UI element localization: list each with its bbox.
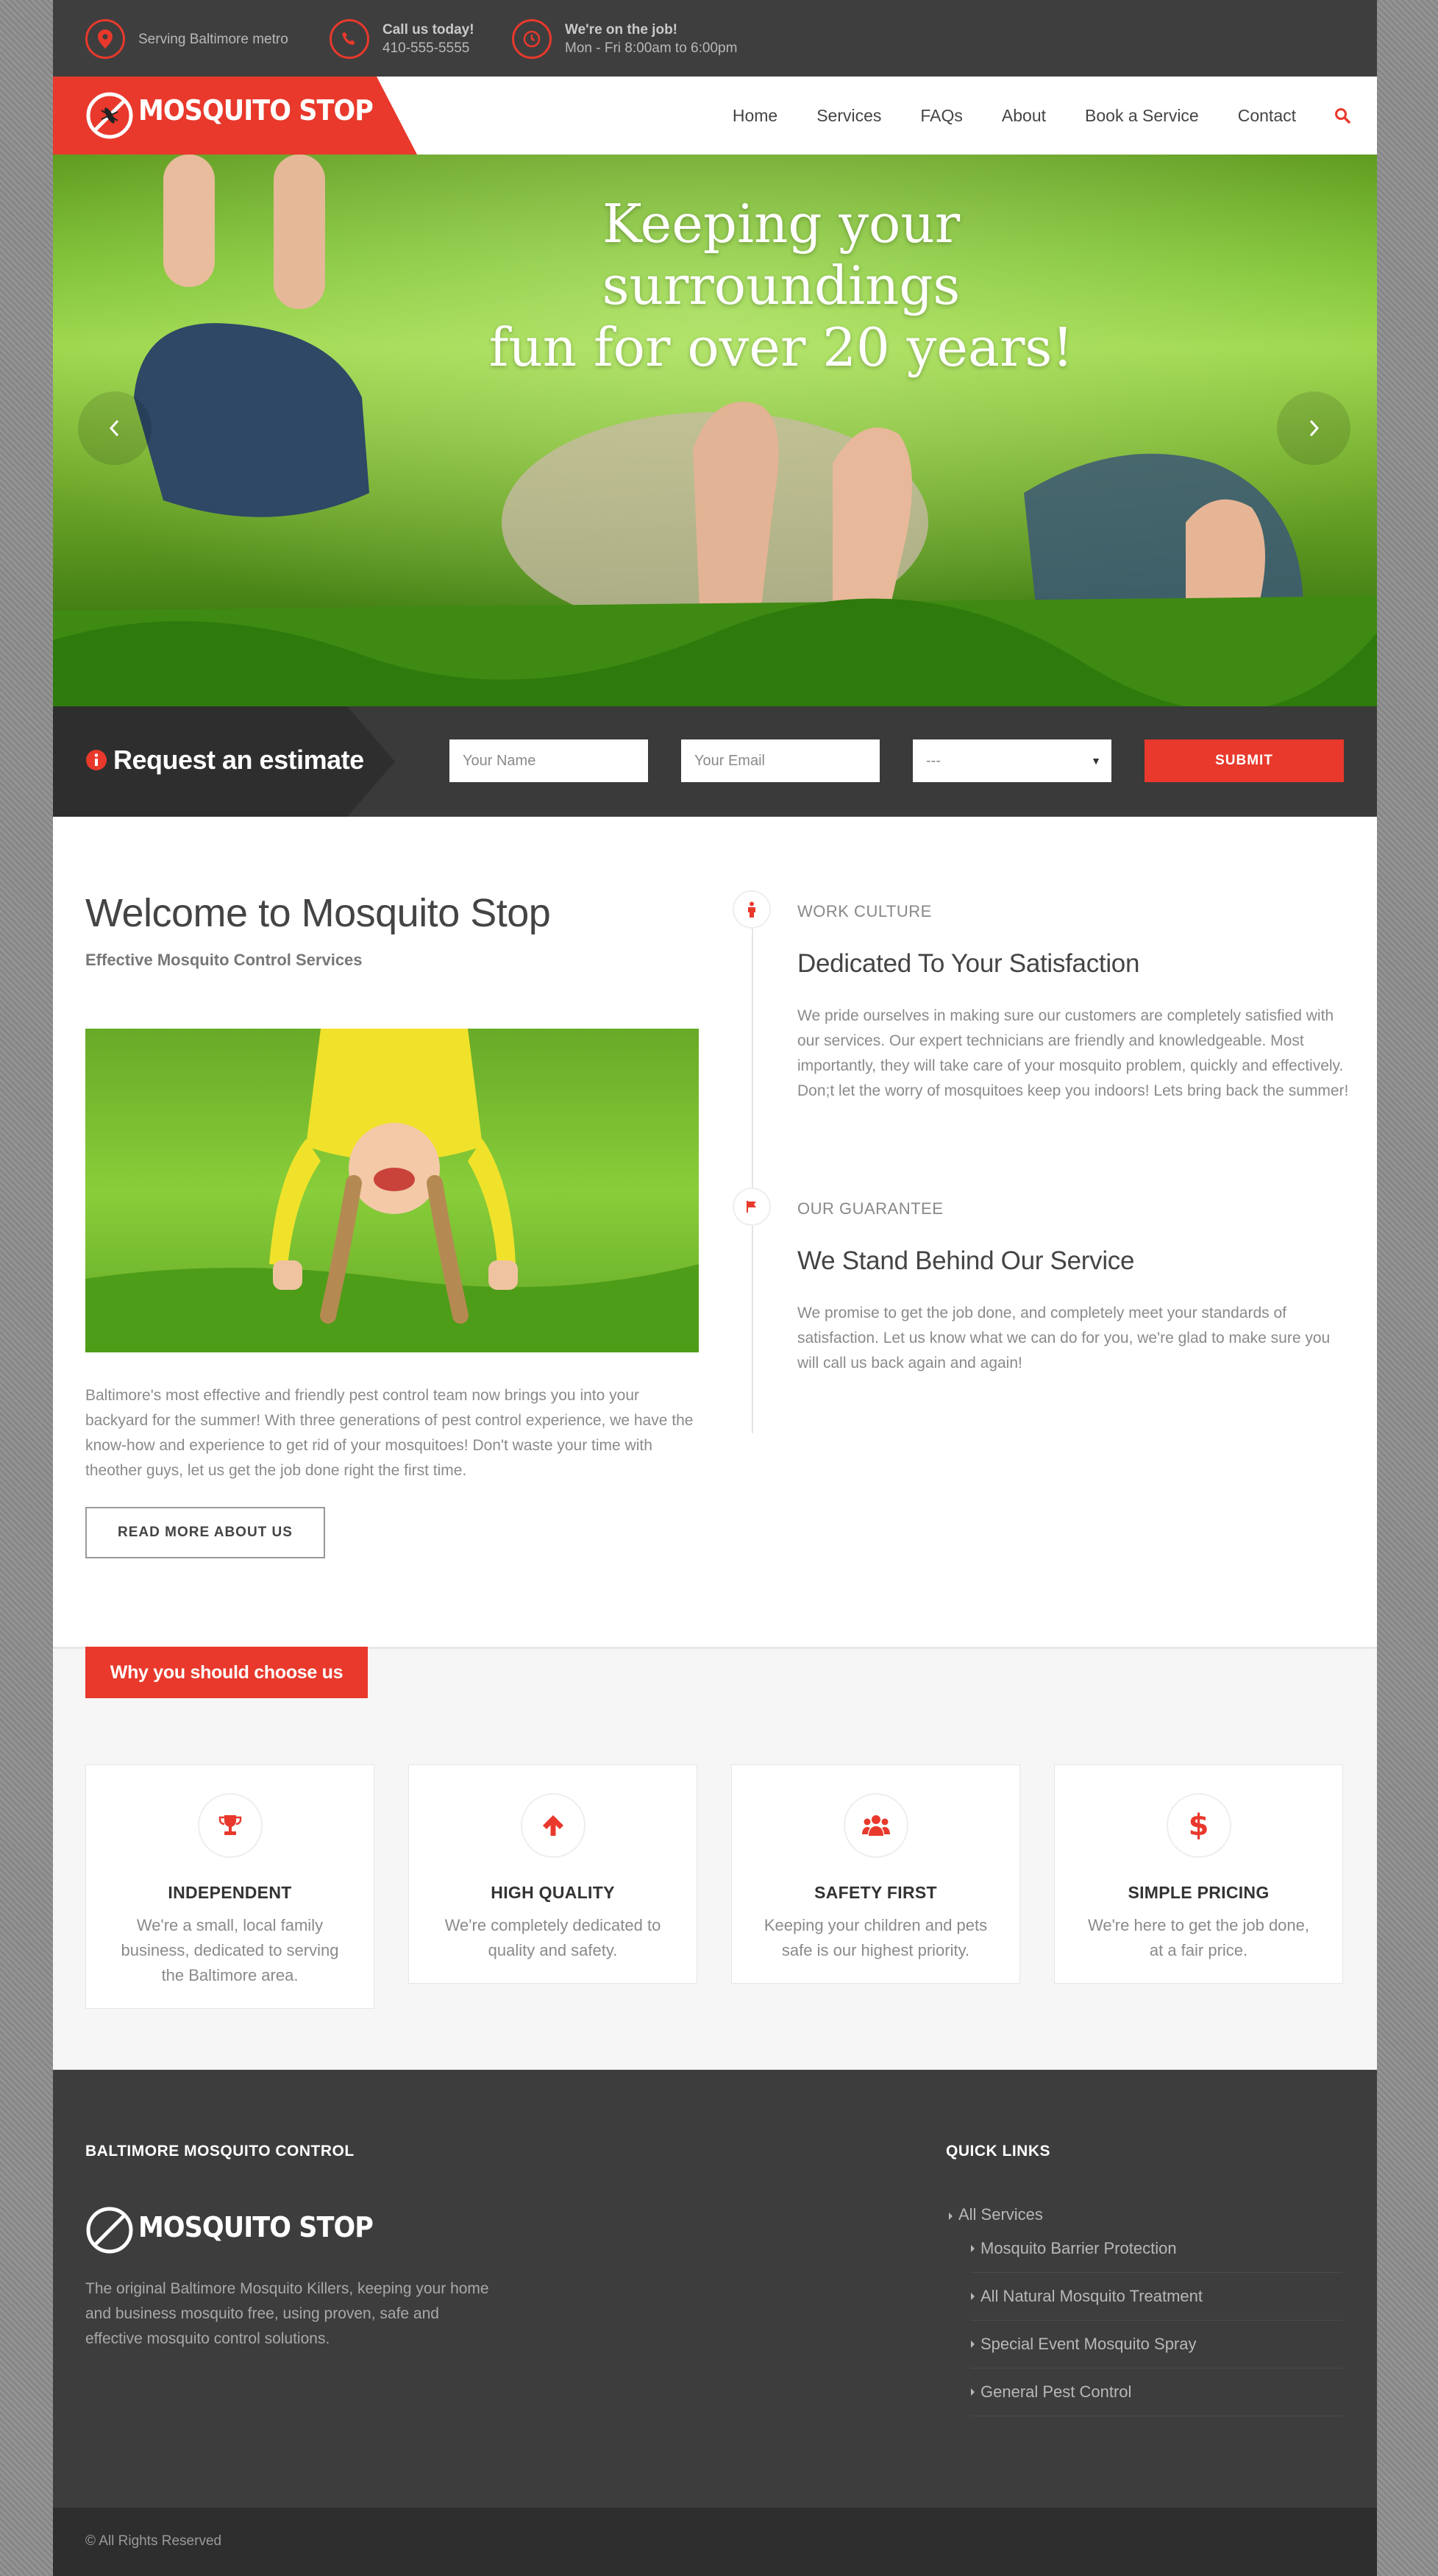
feature-description: Keeping your children and pets safe is o… — [764, 1916, 988, 1959]
main-nav: Home Services FAQs About Book a Service … — [694, 77, 1350, 155]
timeline-heading-2: We Stand Behind Our Service — [797, 1246, 1135, 1275]
welcome-body: Baltimore's most effective and friendly … — [85, 1387, 694, 1479]
caret-right-icon — [971, 2244, 975, 2252]
quick-link[interactable]: Mosquito Barrier Protection — [971, 2224, 1342, 2273]
quick-link-label: All Natural Mosquito Treatment — [980, 2286, 1203, 2305]
nav-contact[interactable]: Contact — [1238, 106, 1296, 126]
site-header: MOSQUITO STOP Home Services FAQs About B… — [53, 77, 1377, 155]
hours-text: Mon - Fri 8:00am to 6:00pm — [565, 40, 738, 56]
no-mosquito-icon — [86, 92, 133, 139]
logo-text: MOSQUITO STOP — [138, 94, 374, 127]
feature-title: SIMPLE PRICING — [1128, 1883, 1270, 1902]
estimate-label-text: Request an estimate — [113, 745, 364, 775]
submit-button[interactable]: SUBMIT — [1145, 739, 1344, 782]
feature-title: SAFETY FIRST — [814, 1883, 937, 1902]
footer-logo-text: MOSQUITO STOP — [138, 2211, 374, 2243]
service-select[interactable]: --- ▼ — [913, 739, 1111, 782]
timeline-body-1: We pride ourselves in making sure our cu… — [797, 1007, 1349, 1099]
footer-about-text: The original Baltimore Mosquito Killers,… — [85, 2280, 489, 2347]
location-info: Serving Baltimore metro — [85, 18, 288, 60]
feature-card: HIGH QUALITY We're completely dedicated … — [408, 1764, 697, 1984]
hours-info: We're on the job! Mon - Fri 8:00am to 6:… — [512, 18, 737, 60]
name-input[interactable]: Your Name — [449, 739, 648, 782]
timeline-category-1: WORK CULTURE — [797, 902, 932, 920]
timeline-body-2: We promise to get the job done, and comp… — [797, 1305, 1331, 1372]
hours-title: We're on the job! — [565, 22, 678, 38]
why-choose-tab: Why you should choose us — [85, 1647, 368, 1698]
dollar-icon: $ — [1166, 1793, 1231, 1858]
copyright: © All Rights Reserved — [85, 2533, 222, 2549]
hero-title-line2: fun for over 20 years! — [488, 316, 1074, 378]
feature-title: INDEPENDENT — [168, 1883, 292, 1902]
welcome-title: Welcome to Mosquito Stop — [85, 891, 551, 935]
chevron-left-icon — [109, 419, 119, 437]
email-input[interactable]: Your Email — [681, 739, 880, 782]
hero-title: Keeping your surroundings fun for over 2… — [450, 193, 1112, 378]
dropdown-arrow-icon: ▼ — [1091, 755, 1101, 767]
quick-link-label: All Services — [958, 2205, 1043, 2224]
feature-title: HIGH QUALITY — [491, 1883, 615, 1902]
feature-card: SAFETY FIRST Keeping your children and p… — [731, 1764, 1020, 1984]
feature-description: We're here to get the job done, at a fai… — [1088, 1916, 1309, 1959]
call-title: Call us today! — [382, 22, 474, 38]
kid-handstand-photo — [85, 1029, 699, 1352]
clock-icon — [512, 19, 552, 59]
caret-right-icon — [971, 2340, 975, 2348]
slider-next-button[interactable] — [1277, 391, 1350, 465]
group-icon — [843, 1793, 908, 1858]
welcome-subtitle: Effective Mosquito Control Services — [85, 951, 363, 969]
top-bar: Serving Baltimore metro Call us today! 4… — [53, 0, 1377, 77]
name-placeholder: Your Name — [463, 752, 536, 769]
nav-home[interactable]: Home — [733, 106, 777, 126]
email-placeholder: Your Email — [694, 752, 765, 769]
phone-info: Call us today! 410-555-5555 — [330, 18, 474, 60]
quick-link-label: Special Event Mosquito Spray — [980, 2334, 1197, 2353]
read-more-button[interactable]: READ MORE ABOUT US — [85, 1507, 325, 1558]
timeline-heading-1: Dedicated To Your Satisfaction — [797, 949, 1140, 978]
feature-card: INDEPENDENT We're a small, local family … — [85, 1764, 374, 2009]
chevron-right-icon — [1309, 419, 1320, 437]
timeline-category-2: OUR GUARANTEE — [797, 1199, 944, 1218]
flag-icon — [733, 1188, 771, 1226]
nav-book-service[interactable]: Book a Service — [1085, 106, 1199, 126]
footer-about-heading: BALTIMORE MOSQUITO CONTROL — [85, 2143, 355, 2160]
caret-right-icon — [949, 2213, 953, 2220]
select-value: --- — [926, 752, 941, 769]
bottom-bar: © All Rights Reserved — [53, 2508, 1377, 2576]
nav-services[interactable]: Services — [816, 106, 881, 126]
quick-link-label: General Pest Control — [980, 2382, 1132, 2401]
arrow-up-icon — [520, 1793, 585, 1858]
quick-link[interactable]: General Pest Control — [971, 2368, 1342, 2416]
page: Serving Baltimore metro Call us today! 4… — [53, 0, 1377, 2576]
caret-right-icon — [971, 2388, 975, 2396]
quick-links-heading: QUICK LINKS — [946, 2143, 1050, 2160]
nav-about[interactable]: About — [1002, 106, 1046, 126]
trophy-icon — [197, 1793, 263, 1858]
quick-link-all-services[interactable]: All Services — [949, 2205, 1043, 2224]
hero-slider: Keeping your surroundings fun for over 2… — [53, 155, 1377, 706]
timeline-line — [752, 909, 753, 1433]
feature-card: $ SIMPLE PRICING We're here to get the j… — [1054, 1764, 1343, 1984]
nav-faqs[interactable]: FAQs — [920, 106, 963, 126]
search-icon[interactable] — [1334, 107, 1350, 124]
map-pin-icon — [85, 19, 125, 59]
phone-icon — [330, 19, 369, 59]
feature-description: We're a small, local family business, de… — [121, 1916, 339, 1984]
logo[interactable]: MOSQUITO STOP — [53, 77, 417, 155]
no-mosquito-icon — [86, 2207, 133, 2254]
location-text: Serving Baltimore metro — [138, 31, 288, 47]
quick-link[interactable]: All Natural Mosquito Treatment — [971, 2272, 1342, 2321]
phone-number[interactable]: 410-555-5555 — [382, 40, 469, 56]
feature-description: We're completely dedicated to quality an… — [444, 1916, 661, 1959]
estimate-label: Request an estimate — [53, 706, 395, 817]
quick-link-label: Mosquito Barrier Protection — [980, 2238, 1177, 2257]
slider-prev-button[interactable] — [78, 391, 152, 465]
person-icon — [733, 890, 771, 929]
caret-right-icon — [971, 2292, 975, 2300]
info-icon — [86, 750, 107, 770]
hero-title-line1: Keeping your surroundings — [602, 193, 961, 316]
quick-link[interactable]: Special Event Mosquito Spray — [971, 2320, 1342, 2369]
